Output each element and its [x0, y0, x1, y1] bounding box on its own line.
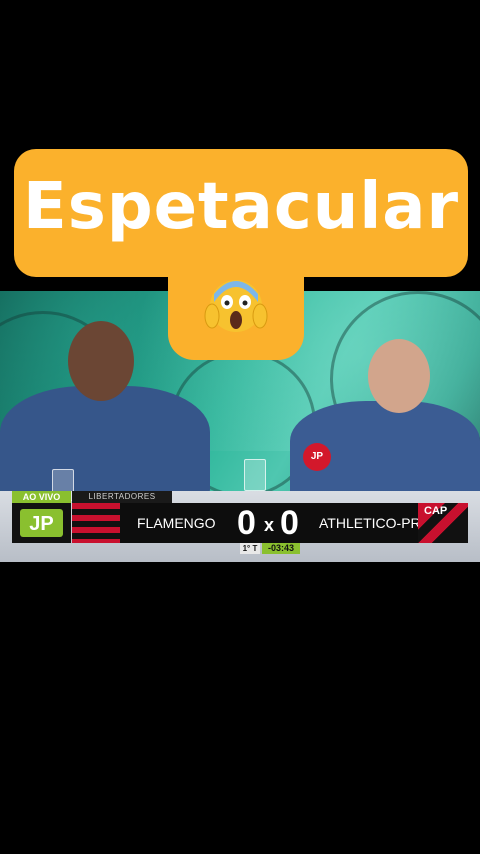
score-separator: x — [264, 515, 275, 535]
channel-logo: JP — [12, 503, 71, 543]
flamengo-crest-icon — [72, 503, 120, 543]
score-bar: FLAMENGO 0 x 0 ATHLETICO-PR CAP — [72, 503, 468, 543]
away-team: ATHLETICO-PR — [319, 515, 421, 531]
host-left-head — [68, 321, 134, 401]
match-period: 1° T — [240, 543, 260, 554]
match-clock: -03:43 — [262, 543, 300, 554]
glass-right — [244, 459, 266, 491]
caption-title: Espetacular — [23, 170, 459, 244]
live-badge: AO VIVO — [12, 491, 71, 503]
host-left-body — [0, 386, 210, 501]
away-score: 0 — [280, 504, 299, 542]
away-badge-text: CAP — [424, 505, 448, 517]
microphone: JP — [303, 443, 331, 471]
host-right-head — [368, 339, 430, 413]
scoreboard: AO VIVO JP LIBERTADORES FLAMENGO 0 x 0 A… — [12, 491, 468, 557]
athletico-crest-icon: CAP — [418, 503, 468, 543]
screaming-face-icon — [204, 280, 268, 332]
jp-logo-icon: JP — [20, 509, 63, 537]
svg-text:JP: JP — [29, 513, 53, 535]
home-score: 0 — [237, 504, 256, 542]
competition-label: LIBERTADORES — [72, 491, 172, 503]
home-team: FLAMENGO — [137, 515, 216, 531]
